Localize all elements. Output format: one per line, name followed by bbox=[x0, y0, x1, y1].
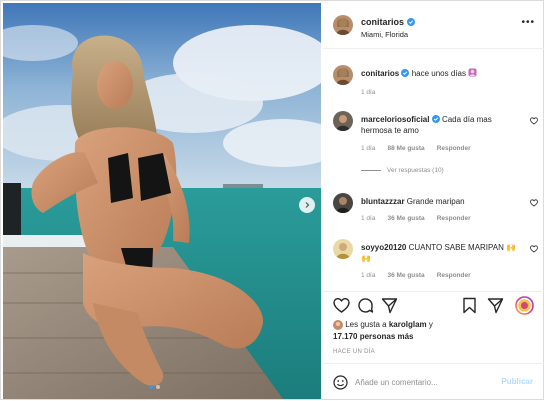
avatar[interactable] bbox=[333, 65, 353, 85]
comment-username[interactable]: bluntazzzar bbox=[361, 197, 405, 206]
caption-username[interactable]: conitarios bbox=[361, 69, 399, 78]
add-comment-bar: Publicar bbox=[323, 363, 544, 401]
likes-summary: Les gusta a karolglam y 17.170 personas … bbox=[333, 319, 533, 343]
more-options-icon[interactable]: ••• bbox=[521, 17, 535, 28]
verified-badge-icon bbox=[407, 18, 416, 26]
comment-item: soyyo20120 CUANTO SABE MARIPAN 🙌🙌 1 día … bbox=[333, 239, 538, 283]
avatar[interactable] bbox=[333, 193, 353, 213]
comment-button[interactable] bbox=[357, 297, 374, 316]
save-button[interactable] bbox=[461, 297, 478, 316]
heart-icon bbox=[530, 199, 538, 209]
post-author: conitarios bbox=[361, 17, 416, 27]
comment-item: marceloriosoficial Cada día mas hermosa … bbox=[333, 111, 538, 181]
verified-badge-icon bbox=[401, 69, 410, 77]
chevron-right-icon bbox=[303, 201, 311, 209]
emoji-button[interactable] bbox=[333, 375, 348, 392]
avatar[interactable] bbox=[333, 319, 343, 330]
emoji-icon bbox=[333, 375, 348, 392]
reply-button[interactable]: Responder bbox=[437, 215, 471, 222]
story-ring-avatar[interactable] bbox=[515, 296, 534, 317]
carousel-dot bbox=[149, 385, 153, 389]
publish-button[interactable]: Publicar bbox=[501, 377, 533, 386]
comment-time[interactable]: 1 día bbox=[361, 145, 375, 152]
avatar[interactable] bbox=[333, 15, 353, 35]
post-header: conitarios Miami, Florida ••• bbox=[323, 1, 544, 49]
post-actions bbox=[323, 291, 544, 321]
comment-text: marceloriosoficial Cada día mas hermosa … bbox=[361, 114, 521, 136]
caption-meta: 1 día bbox=[361, 89, 375, 96]
likes-user[interactable]: karolglam bbox=[389, 320, 427, 329]
post-location[interactable]: Miami, Florida bbox=[361, 30, 408, 39]
share-icon bbox=[487, 298, 504, 316]
heart-icon bbox=[530, 245, 538, 255]
verified-badge-icon bbox=[431, 115, 440, 123]
author-username[interactable]: conitarios bbox=[361, 17, 404, 27]
post-timestamp[interactable]: HACE UN DÍA bbox=[333, 349, 375, 355]
comment-body: Grande maripan bbox=[406, 197, 465, 206]
likes-joiner: y bbox=[428, 320, 433, 329]
share-icon bbox=[381, 298, 398, 316]
post-sidebar: conitarios Miami, Florida ••• conitarios bbox=[323, 1, 544, 401]
save-icon bbox=[461, 297, 478, 316]
comment-meta: 1 día 36 Me gusta Responder bbox=[361, 272, 471, 279]
comment-likes[interactable]: 88 Me gusta bbox=[387, 145, 424, 152]
comment-username[interactable]: marceloriosoficial bbox=[361, 115, 429, 124]
share-button[interactable] bbox=[381, 297, 398, 316]
heart-icon bbox=[530, 117, 538, 127]
reply-button[interactable]: Responder bbox=[437, 272, 471, 279]
like-comment-button[interactable] bbox=[530, 117, 538, 127]
comment-text: bluntazzzar Grande maripan bbox=[361, 196, 521, 207]
instagram-post: conitarios Miami, Florida ••• conitarios bbox=[0, 0, 544, 400]
comment-icon bbox=[357, 298, 374, 316]
heart-icon bbox=[333, 297, 350, 316]
reply-button[interactable]: Responder bbox=[437, 145, 471, 152]
like-comment-button[interactable] bbox=[530, 199, 538, 209]
avatar[interactable] bbox=[333, 239, 353, 259]
comment-meta: 1 día 88 Me gusta Responder bbox=[361, 145, 471, 152]
comment-item: bluntazzzar Grande maripan 1 día 36 Me g… bbox=[333, 193, 538, 227]
likes-prefix: Les gusta a bbox=[345, 320, 387, 329]
comment-likes[interactable]: 36 Me gusta bbox=[387, 215, 424, 222]
comment-username[interactable]: soyyo20120 bbox=[361, 243, 406, 252]
caption: conitarios hace unos días 1 día bbox=[333, 65, 538, 99]
story-ring-icon bbox=[515, 296, 534, 317]
comment-likes[interactable]: 36 Me gusta bbox=[387, 272, 424, 279]
avatar[interactable] bbox=[333, 111, 353, 131]
comment-meta: 1 día 36 Me gusta Responder bbox=[361, 215, 471, 222]
view-replies-button[interactable]: Ver respuestas (10) bbox=[361, 167, 444, 174]
caption-text: conitarios hace unos días bbox=[361, 68, 521, 79]
comment-text: soyyo20120 CUANTO SABE MARIPAN 🙌🙌 bbox=[361, 242, 521, 264]
carousel-dot bbox=[156, 385, 160, 389]
next-photo-button[interactable] bbox=[299, 197, 315, 213]
like-button[interactable] bbox=[333, 297, 350, 316]
caption-body: hace unos días bbox=[411, 69, 466, 78]
likes-others[interactable]: 17.170 personas más bbox=[333, 332, 414, 341]
comments-section: conitarios hace unos días 1 día marcelor… bbox=[323, 53, 544, 293]
comment-time[interactable]: 1 día bbox=[361, 272, 375, 279]
replies-divider bbox=[361, 170, 381, 171]
caption-time[interactable]: 1 día bbox=[361, 89, 375, 96]
caption-emoji-icon bbox=[468, 68, 477, 78]
comment-input[interactable] bbox=[355, 374, 485, 390]
view-replies-label: Ver respuestas (10) bbox=[387, 167, 444, 174]
post-photo[interactable] bbox=[3, 3, 321, 399]
like-comment-button[interactable] bbox=[530, 245, 538, 255]
share-to-button[interactable] bbox=[487, 297, 504, 316]
carousel-indicator bbox=[149, 385, 160, 389]
comment-time[interactable]: 1 día bbox=[361, 215, 375, 222]
